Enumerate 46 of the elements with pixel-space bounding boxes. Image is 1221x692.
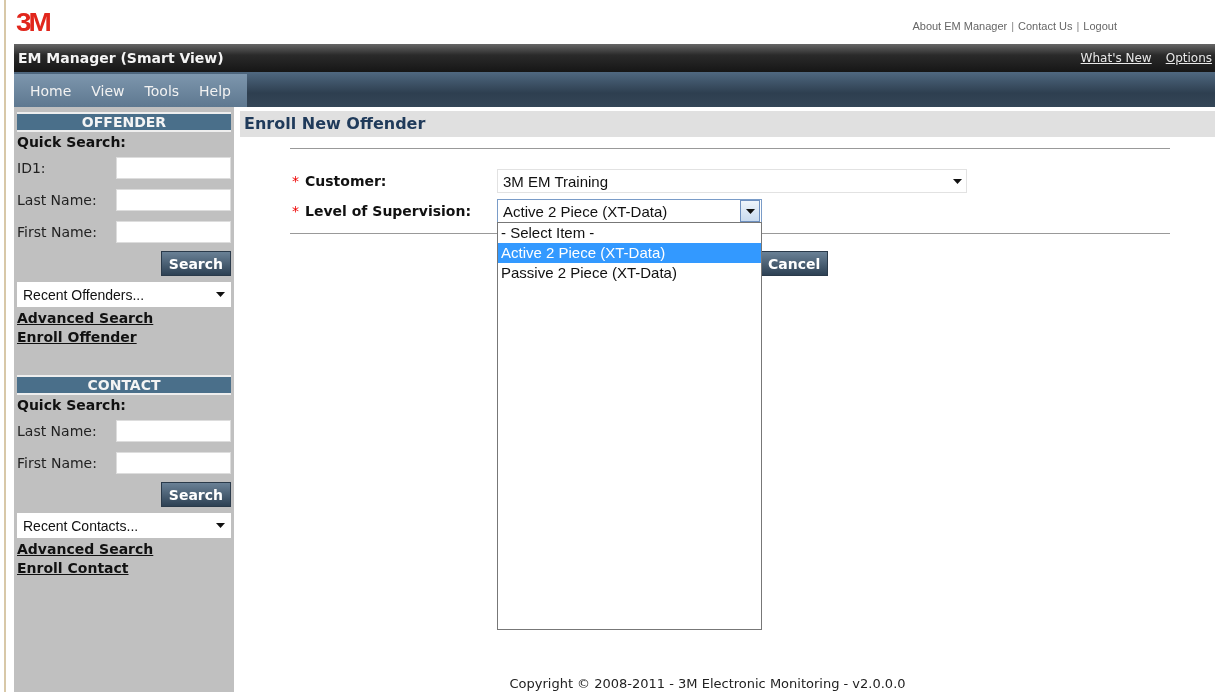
separator: |	[1011, 20, 1015, 32]
required-marker: *	[292, 203, 299, 219]
field-label: Customer:	[305, 173, 387, 189]
search-button[interactable]: Search	[160, 482, 231, 507]
quick-search-label: Quick Search:	[17, 397, 127, 413]
caret-icon	[952, 178, 962, 184]
field-label: ID1:	[17, 160, 46, 176]
sidebar-link[interactable]: Advanced Search	[17, 310, 154, 326]
title-bar-link[interactable]: What's New	[1080, 51, 1152, 65]
field-label: First Name:	[17, 224, 97, 240]
input-field[interactable]	[116, 189, 231, 211]
field-label: Level of Supervision:	[305, 203, 471, 219]
separator: |	[1076, 20, 1080, 32]
header-link[interactable]: About EM Manager	[912, 20, 1008, 32]
copyright-text: Copyright © 2008-2011 - 3M Electronic Monitoring - v2.0.0.0	[508, 676, 907, 692]
section-heading: OFFENDER	[17, 112, 231, 132]
title-bar-link[interactable]: Options	[1165, 51, 1212, 65]
input-field[interactable]	[116, 452, 231, 474]
sidebar-link[interactable]: Enroll Contact	[17, 560, 129, 576]
recent-dropdown[interactable]: Recent Contacts...	[17, 513, 231, 538]
caret-icon	[745, 208, 755, 214]
input-field[interactable]	[116, 420, 231, 442]
section-heading: CONTACT	[17, 375, 231, 395]
required-marker: *	[292, 173, 299, 189]
header-link[interactable]: Contact Us	[1018, 20, 1073, 32]
field-label: Last Name:	[17, 423, 97, 439]
input-field[interactable]	[116, 157, 231, 179]
sidebar-link[interactable]: Enroll Offender	[17, 329, 137, 345]
page-heading: Enroll New Offender	[240, 111, 1215, 137]
field-label: First Name:	[17, 455, 97, 471]
recent-dropdown[interactable]: Recent Offenders...	[17, 282, 231, 307]
input-field[interactable]	[116, 221, 231, 243]
quick-search-label: Quick Search:	[17, 134, 127, 150]
dropdown-option[interactable]: - Select Item -	[498, 223, 761, 243]
caret-icon	[216, 292, 225, 297]
app-title: EM Manager (Smart View)	[18, 50, 224, 66]
header-link[interactable]: Logout	[1083, 20, 1117, 32]
field-label: Last Name:	[17, 192, 97, 208]
select-field[interactable]: 3M EM Training	[497, 169, 967, 193]
cancel-button[interactable]: Cancel	[760, 251, 829, 276]
search-button[interactable]: Search	[160, 251, 231, 276]
logo: 3M	[16, 6, 49, 38]
select-field[interactable]: Active 2 Piece (XT-Data)	[497, 199, 762, 223]
dropdown-option[interactable]: Passive 2 Piece (XT-Data)	[498, 263, 761, 283]
sidebar-link[interactable]: Advanced Search	[17, 541, 154, 557]
caret-icon	[216, 523, 225, 528]
